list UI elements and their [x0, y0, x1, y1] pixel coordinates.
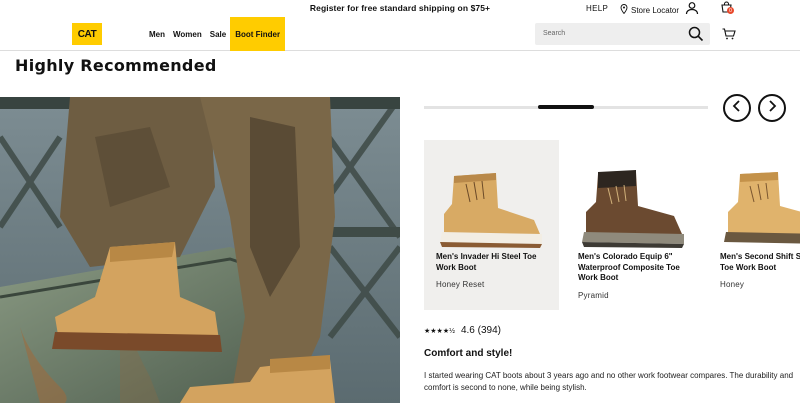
hero-image: [0, 97, 400, 403]
product-color: Honey: [720, 280, 745, 289]
product-name: Men's Invader Hi Steel Toe Work Boot: [436, 252, 537, 272]
product-name: Men's Second Shift Steel Toe Work Boot: [720, 252, 800, 272]
promo-text[interactable]: Register for free standard shipping on $…: [0, 3, 800, 13]
product-card[interactable]: Men's Invader Hi Steel Toe Work Boot Hon…: [424, 140, 559, 310]
product-card[interactable]: Men's Second Shift Steel Toe Work Boot H…: [708, 140, 800, 310]
review-title: Comfort and style!: [424, 348, 513, 359]
carousel-progress[interactable]: [424, 105, 708, 109]
cat-logo[interactable]: CAT: [72, 23, 102, 45]
promo-bar: Register for free standard shipping on $…: [0, 0, 800, 17]
bag-icon[interactable]: 0: [720, 1, 736, 15]
main-nav: Men Women Sale Boot Finder: [145, 17, 286, 51]
product-image: [440, 173, 542, 248]
location-pin-icon: [620, 4, 628, 16]
rating-score: 4.6 (394): [460, 325, 501, 336]
product-name: Men's Colorado Equip 6" Waterproof Compo…: [578, 252, 680, 282]
product-image: [724, 172, 800, 244]
store-locator-link[interactable]: Store Locator: [620, 4, 679, 16]
carousel-prev-button[interactable]: [723, 94, 751, 122]
help-link[interactable]: HELP: [586, 4, 608, 13]
review-body: I started wearing CAT boots about 3 year…: [424, 371, 794, 392]
carousel-next-button[interactable]: [758, 94, 786, 122]
nav-women[interactable]: Women: [169, 17, 206, 51]
nav-sale[interactable]: Sale: [206, 17, 230, 51]
chevron-right-icon: [767, 99, 777, 117]
product-color: Pyramid: [578, 291, 609, 300]
rating-summary[interactable]: ★★★★½ 4.6 (394): [424, 325, 501, 336]
product-image: [582, 170, 684, 248]
search-icon[interactable]: [688, 26, 704, 47]
bag-count-badge: 0: [727, 7, 734, 14]
product-card[interactable]: Men's Colorado Equip 6" Waterproof Compo…: [566, 140, 701, 310]
search-placeholder: Search: [543, 30, 566, 37]
carousel-progress-fill: [537, 105, 595, 109]
search-input[interactable]: Search: [535, 23, 710, 45]
chevron-left-icon: [732, 99, 742, 117]
store-locator-label: Store Locator: [631, 5, 680, 15]
star-rating-icon: ★★★★½: [424, 327, 455, 335]
nav-men[interactable]: Men: [145, 17, 169, 51]
cart-icon[interactable]: [722, 27, 736, 45]
main-header: CAT Men Women Sale Boot Finder Search: [0, 17, 800, 51]
nav-boot-finder[interactable]: Boot Finder: [230, 17, 286, 51]
product-color: Honey Reset: [436, 280, 485, 289]
section-title: Highly Recommended: [15, 56, 217, 75]
